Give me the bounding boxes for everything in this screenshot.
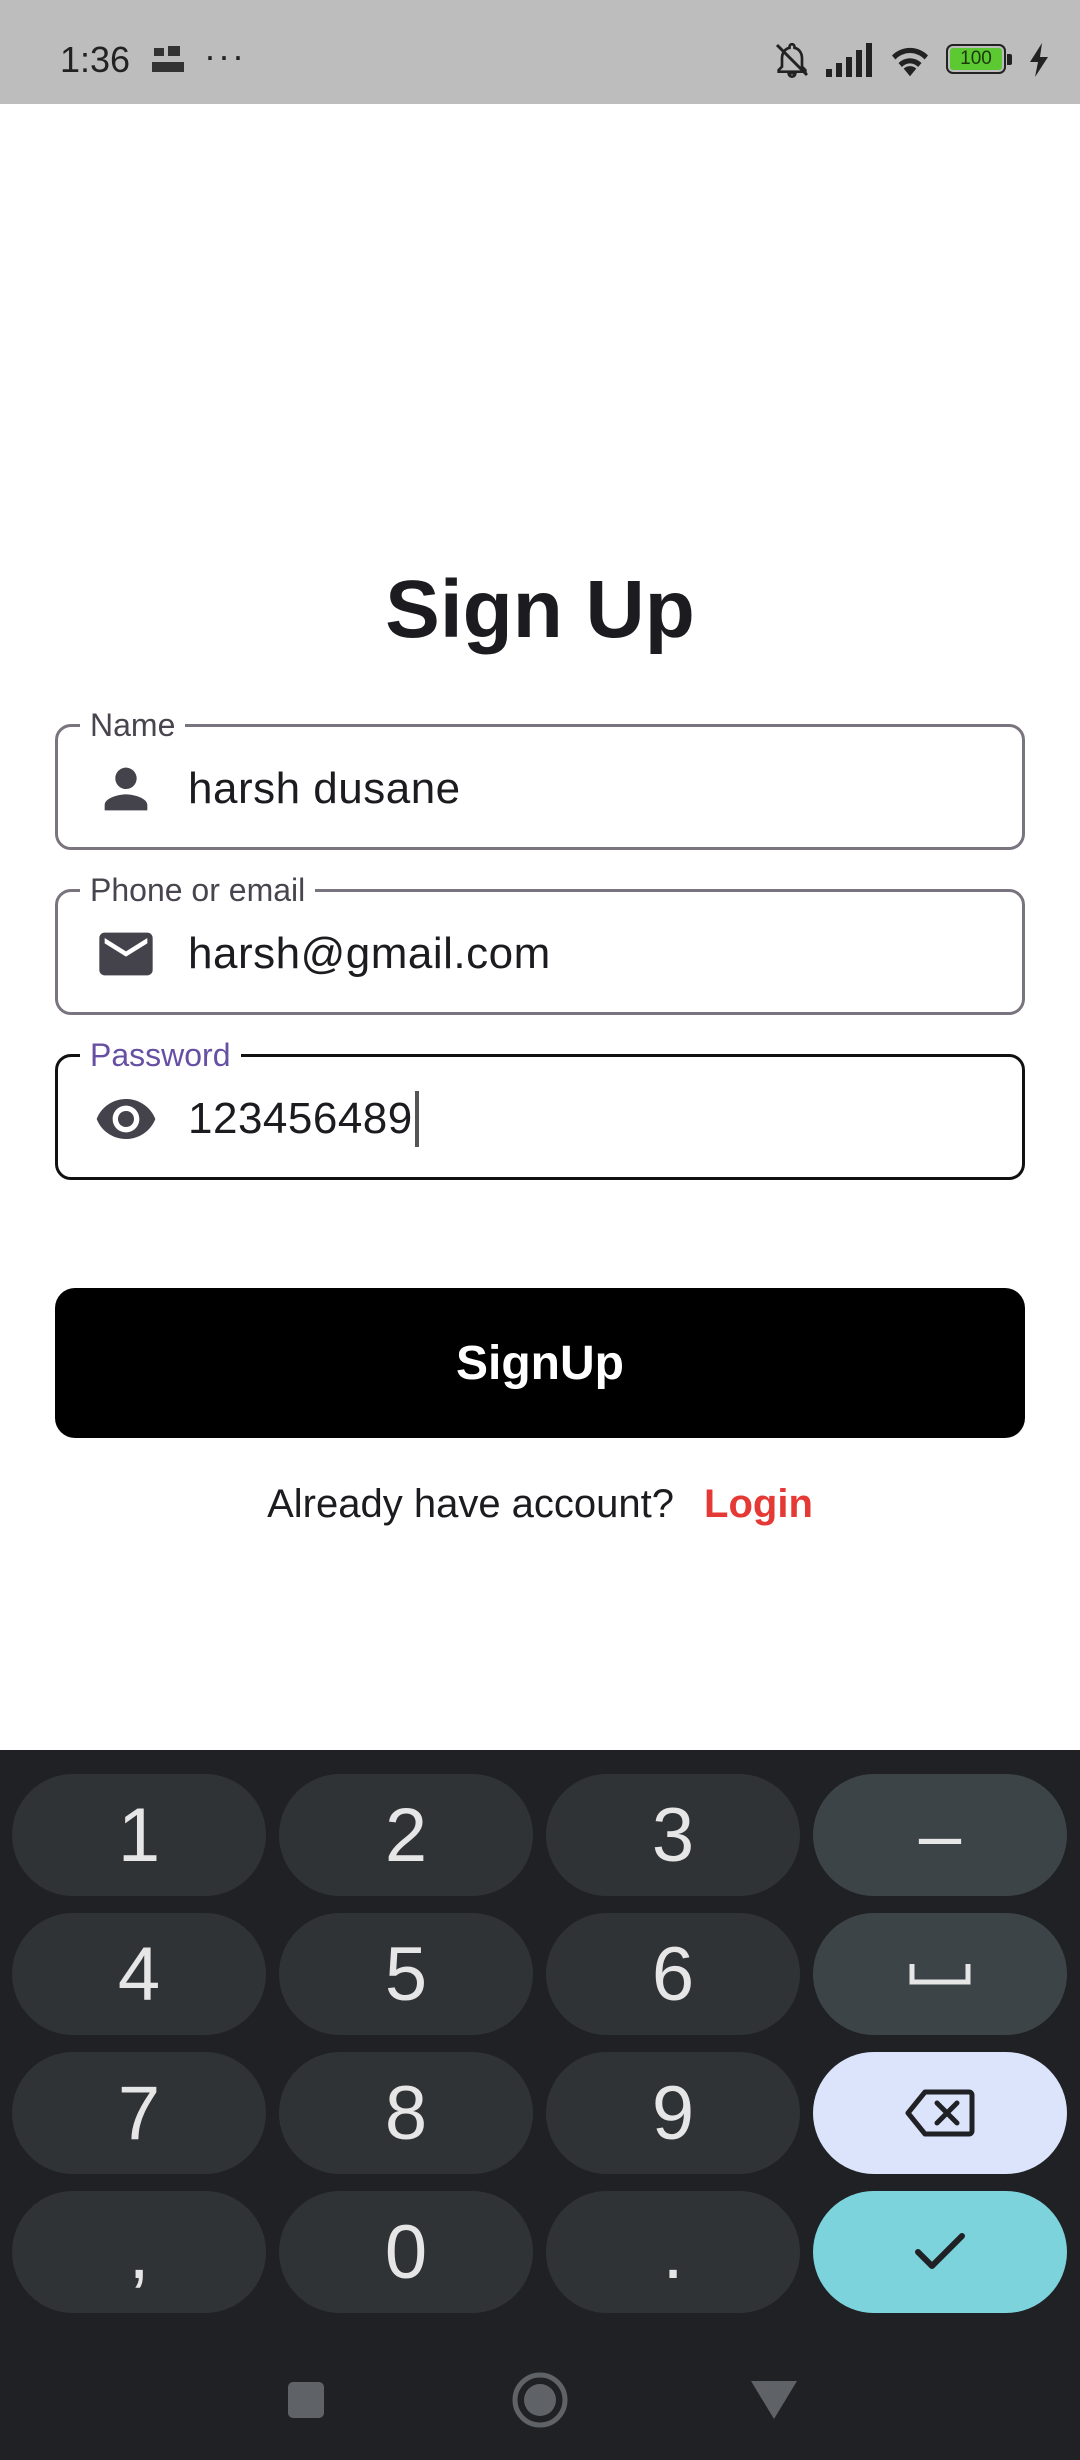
recents-icon: [288, 2382, 324, 2418]
status-bar: 1:36 ··· 100: [0, 0, 1080, 104]
key-period[interactable]: .: [546, 2191, 800, 2313]
login-prompt-text: Already have account?: [267, 1482, 675, 1526]
key-dash[interactable]: –: [813, 1774, 1067, 1896]
app-notification-icon: [150, 44, 186, 78]
battery-level: 100: [960, 48, 992, 69]
phone-email-label: Phone or email: [80, 870, 316, 910]
password-label: Password: [80, 1035, 241, 1075]
home-button[interactable]: [510, 2370, 570, 2430]
back-button[interactable]: [744, 2370, 804, 2430]
backspace-icon: [905, 2089, 975, 2137]
login-link[interactable]: Login: [704, 1482, 813, 1526]
password-field[interactable]: Password 123456489: [55, 1035, 1025, 1180]
key-9[interactable]: 9: [546, 2052, 800, 2174]
password-value: 123456489: [188, 1094, 413, 1143]
more-notifications-icon: ···: [204, 35, 246, 76]
battery-icon: 100: [946, 44, 1014, 76]
key-1[interactable]: 1: [12, 1774, 266, 1896]
person-icon: [94, 757, 158, 821]
signal-icon: [826, 43, 872, 77]
phone-email-field[interactable]: Phone or email harsh@gmail.com: [55, 870, 1025, 1015]
recents-button[interactable]: [276, 2370, 336, 2430]
wifi-icon: [892, 47, 928, 77]
key-5[interactable]: 5: [279, 1913, 533, 2035]
backspace-key[interactable]: [813, 2052, 1067, 2174]
name-label: Name: [80, 705, 186, 745]
name-field[interactable]: Name harsh dusane: [55, 705, 1025, 850]
checkmark-icon: [915, 2233, 965, 2269]
key-8[interactable]: 8: [279, 2052, 533, 2174]
login-prompt: Already have account? Login: [0, 1476, 1080, 1532]
name-input[interactable]: harsh dusane: [188, 761, 461, 817]
phone-email-input[interactable]: harsh@gmail.com: [188, 926, 551, 982]
eye-icon[interactable]: [94, 1087, 158, 1151]
home-icon: [512, 2372, 568, 2428]
key-3[interactable]: 3: [546, 1774, 800, 1896]
navigation-bar: [0, 2340, 1080, 2460]
charging-icon: [1030, 43, 1048, 77]
mail-icon: [94, 922, 158, 986]
key-comma[interactable]: ,: [12, 2191, 266, 2313]
key-7[interactable]: 7: [12, 2052, 266, 2174]
key-4[interactable]: 4: [12, 1913, 266, 2035]
password-input[interactable]: 123456489: [188, 1091, 419, 1147]
signup-button[interactable]: SignUp: [55, 1288, 1025, 1438]
page-title: Sign Up: [385, 564, 695, 655]
bell-off-icon: [775, 42, 809, 79]
text-cursor: [414, 1091, 419, 1147]
key-2[interactable]: 2: [279, 1774, 533, 1896]
space-icon: [909, 1964, 971, 1985]
back-icon: [751, 2381, 797, 2419]
key-6[interactable]: 6: [546, 1913, 800, 2035]
space-key[interactable]: [813, 1913, 1067, 2035]
done-key[interactable]: [813, 2191, 1067, 2313]
key-0[interactable]: 0: [279, 2191, 533, 2313]
status-time: 1:36: [60, 39, 131, 80]
